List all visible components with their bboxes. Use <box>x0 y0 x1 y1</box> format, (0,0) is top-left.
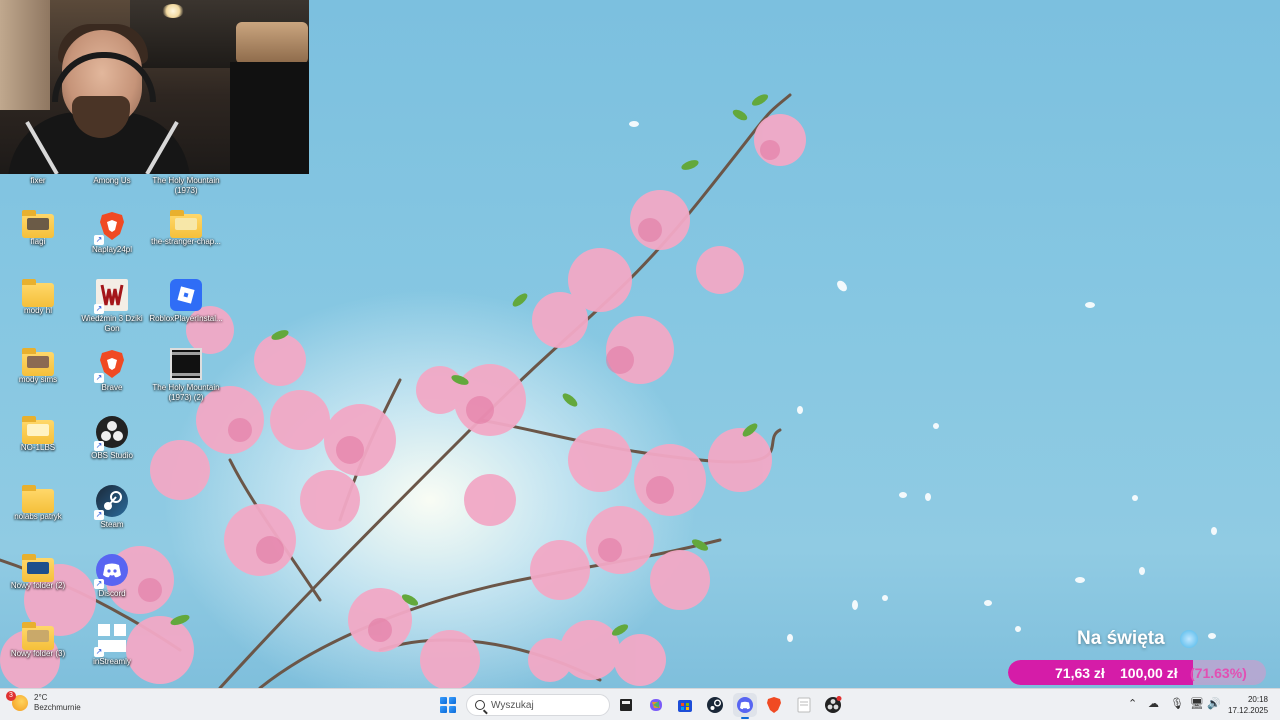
desktop-icon-nowy-folder-2[interactable]: Nowy folder (2) <box>0 554 76 591</box>
folder-icon <box>22 279 54 307</box>
webcam-overlay <box>0 0 309 174</box>
chevron-up-icon[interactable]: ⌃ <box>1128 697 1137 710</box>
desktop-icon-label: nolabs patryk <box>14 512 62 521</box>
desktop-icon-label: NO-1LBS <box>20 443 56 452</box>
desktop-icon-mody-sims[interactable]: mody sims <box>0 348 76 385</box>
donation-percent: (71.63%) <box>1190 665 1247 681</box>
desktop-icon-label: RobloxPlayerInstal... <box>149 314 223 323</box>
desktop-icon-label: inStreamly <box>93 657 131 666</box>
desktop-icon-label: fixer <box>30 176 46 185</box>
steam-icon <box>94 485 128 520</box>
microphone-icon[interactable]: 🎙 <box>1170 697 1184 710</box>
desktop-icon-nolabs-patryk[interactable]: nolabs patryk <box>0 485 76 522</box>
desktop-icon-fixer[interactable]: fixer <box>0 176 76 186</box>
desktop-icon-label: Nowy folder (2) <box>10 581 66 590</box>
desktop-icon-label: Among Us <box>93 176 131 185</box>
desktop-icon-label: Naplay24pl <box>91 245 133 254</box>
desktop-icon-label: Wiedźmin 3 Dziki Gon <box>81 314 143 333</box>
discord-icon[interactable] <box>733 693 757 719</box>
desktop-icon-label: the-stranger-chap... <box>151 237 221 246</box>
donation-progress-bar: 71,63 zł 100,00 zł (71.63%) <box>1008 660 1266 685</box>
desktop-icon-label: The Holy Mountain (1973) <box>152 176 220 195</box>
desktop-icon-brave[interactable]: Brave <box>74 348 150 393</box>
witcher-icon <box>94 279 128 314</box>
desktop-icon-holy-mountain[interactable]: The Holy Mountain (1973) <box>148 176 224 196</box>
desktop-icon-holy-mountain-2[interactable]: The Holy Mountain (1973) (2) <box>148 348 224 403</box>
desktop-icon-naplay24pl[interactable]: Naplay24pl <box>74 210 150 255</box>
desktop-icon-nowy-folder-3[interactable]: Nowy folder (3) <box>0 622 76 659</box>
microsoft-store-icon[interactable] <box>673 693 697 717</box>
desktop-icon-label: Discord <box>98 589 126 598</box>
copilot-icon[interactable] <box>644 693 668 717</box>
desktop-icon-label: Brave <box>101 383 123 392</box>
obs-icon[interactable] <box>821 693 845 717</box>
donation-goal-title: Na święta <box>1077 628 1165 649</box>
desktop-icon-roblox-installer[interactable]: RobloxPlayerInstal... <box>148 279 224 324</box>
desktop-icon-obs-studio[interactable]: OBS Studio <box>74 416 150 461</box>
brave-icon <box>94 348 128 383</box>
brave-icon <box>94 210 128 245</box>
desktop-icon-label: flagi <box>30 237 46 246</box>
desktop-icon-witcher-3[interactable]: Wiedźmin 3 Dziki Gon <box>74 279 150 334</box>
notepad-icon[interactable] <box>792 693 816 717</box>
desktop-icon-flagi[interactable]: flagi <box>0 210 76 247</box>
folder-icon <box>170 210 202 238</box>
obs-icon <box>94 416 128 451</box>
clock-date: 17.12.2025 <box>1228 706 1269 715</box>
sun-icon: 3 <box>6 691 28 711</box>
folder-icon <box>22 348 54 376</box>
desktop-icon-among-us[interactable]: Among Us <box>74 176 150 186</box>
desktop-icon-label: OBS Studio <box>91 451 133 460</box>
desktop-icon-label: Steam <box>100 520 124 529</box>
desktop-icon-stranger-chapter[interactable]: the-stranger-chap... <box>148 210 224 247</box>
desktop-icon-steam[interactable]: Steam <box>74 485 150 530</box>
search-icon <box>475 700 485 710</box>
system-clock[interactable]: 20:18 17.12.2025 <box>1228 694 1268 716</box>
brave-icon[interactable] <box>762 693 786 717</box>
desktop-icon-mody-hl[interactable]: mody hl <box>0 279 76 316</box>
desktop-icon-label: The Holy Mountain (1973) (2) <box>152 383 220 402</box>
desktop-icon-label: mody sims <box>18 375 58 384</box>
desktop-icon-label: mody hl <box>23 306 52 315</box>
donation-current-amount: 71,63 zł <box>1055 665 1105 681</box>
search-box[interactable]: Wyszukaj <box>466 694 610 716</box>
steam-icon[interactable] <box>703 693 727 717</box>
roblox-icon <box>170 279 202 311</box>
notification-badge: 3 <box>6 691 16 701</box>
desktop-icon-label: Nowy folder (3) <box>10 649 66 658</box>
instreamly-icon <box>94 622 128 657</box>
desktop-icon-discord[interactable]: Discord <box>74 554 150 599</box>
desktop-icon-instreamly[interactable]: inStreamly <box>74 622 150 667</box>
volume-icon[interactable]: 🔊 <box>1207 697 1221 710</box>
video-icon <box>170 348 202 380</box>
folder-icon <box>22 416 54 444</box>
network-icon[interactable]: 🖥 <box>1190 697 1204 710</box>
weather-temperature: 2°C <box>34 693 48 702</box>
file-explorer-icon[interactable] <box>614 693 638 717</box>
folder-icon <box>22 554 54 582</box>
weather-widget[interactable]: 3 2°C Bezchmurnie <box>6 691 81 713</box>
donation-target-amount: 100,00 zł <box>1120 665 1178 681</box>
snowflake-icon <box>1180 630 1198 648</box>
folder-icon <box>22 622 54 650</box>
clock-time: 20:18 <box>1247 695 1268 704</box>
desktop-icon-no-1lbs[interactable]: NO-1LBS <box>0 416 76 453</box>
folder-icon <box>22 210 54 238</box>
folder-icon <box>22 485 54 513</box>
onedrive-icon[interactable]: ☁ <box>1148 697 1159 710</box>
start-button[interactable] <box>440 697 456 713</box>
discord-icon <box>94 554 128 589</box>
search-placeholder: Wyszukaj <box>491 699 534 711</box>
taskbar: 3 2°C Bezchmurnie Wyszukaj ⌃ ☁ 🎙 🖥 🔊 20:… <box>0 688 1280 720</box>
weather-description: Bezchmurnie <box>34 703 81 712</box>
